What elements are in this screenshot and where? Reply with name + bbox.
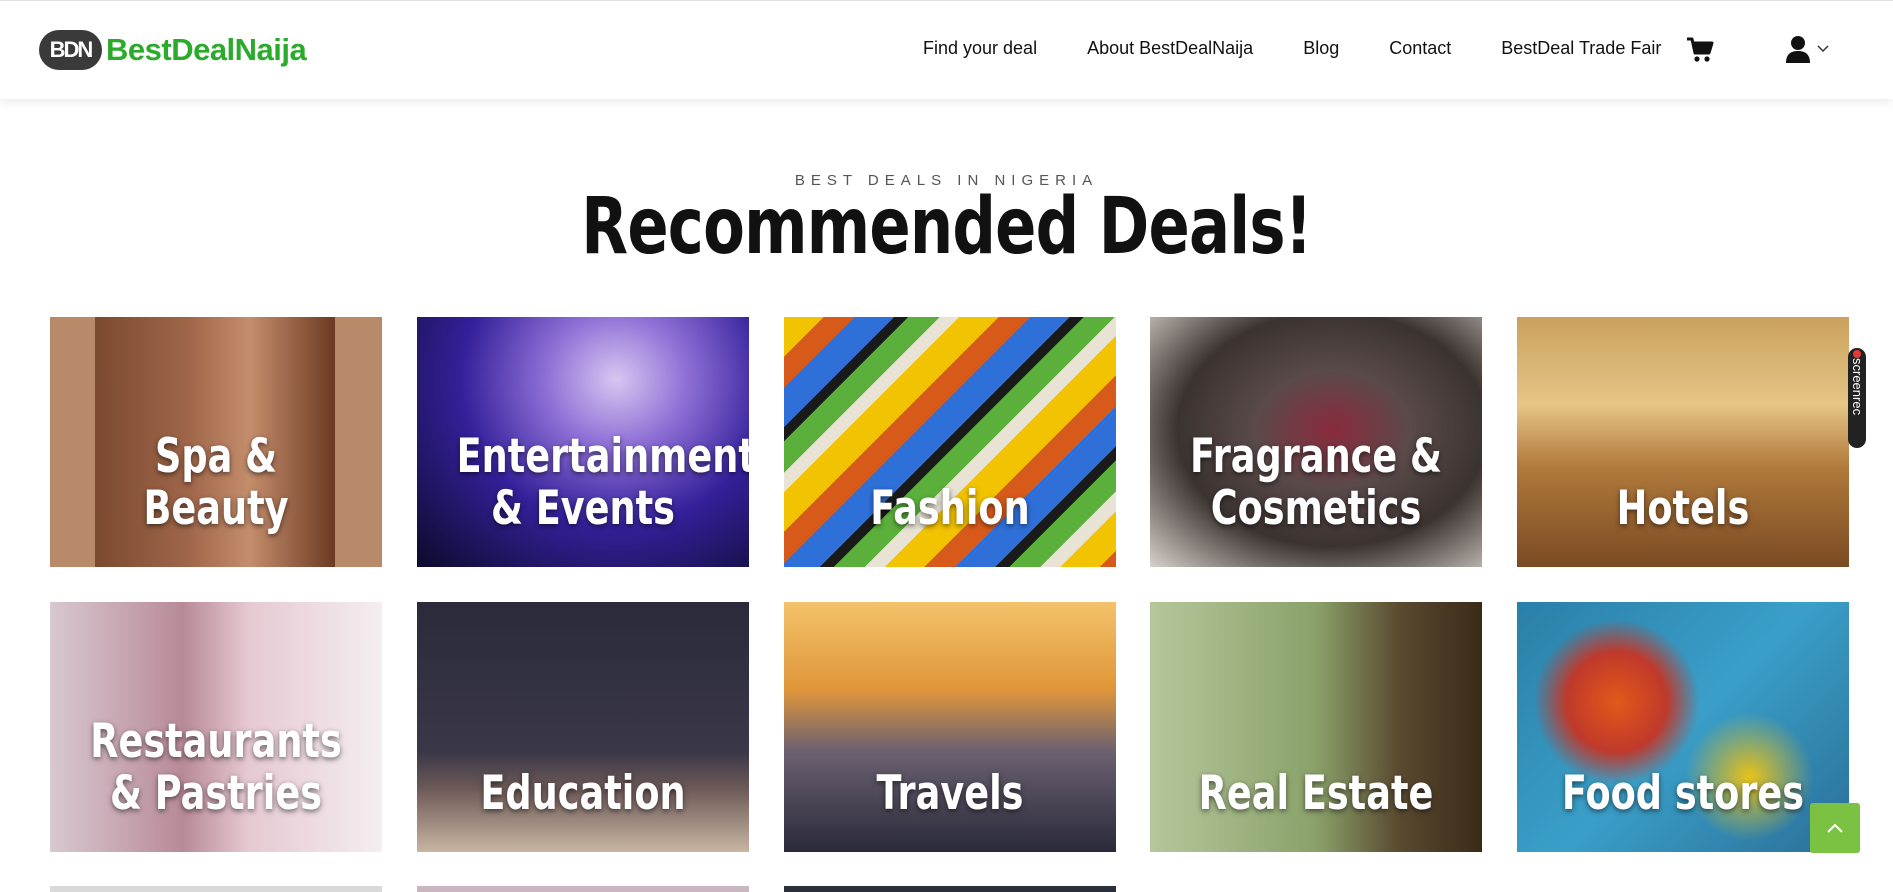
category-tile-partial[interactable] bbox=[784, 886, 1116, 892]
nav-blog[interactable]: Blog bbox=[1303, 38, 1339, 59]
site-logo[interactable]: BDN BestDealNaija bbox=[39, 30, 307, 70]
category-label: Fashion bbox=[870, 481, 1030, 536]
record-dot-icon bbox=[1853, 350, 1861, 358]
nav-find-your-deal[interactable]: Find your deal bbox=[923, 38, 1037, 59]
chevron-down-icon bbox=[1817, 45, 1829, 53]
category-label: Hotels bbox=[1616, 481, 1750, 536]
main-nav: Find your deal About BestDealNaija Blog … bbox=[923, 38, 1661, 59]
category-tile-partial[interactable] bbox=[417, 886, 749, 892]
category-label: Travels bbox=[876, 766, 1024, 821]
page: BDN BestDealNaija Find your deal About B… bbox=[0, 0, 1893, 892]
category-tile-restaurants[interactable]: Restaurants & Pastries bbox=[50, 602, 382, 852]
category-tile-fashion[interactable]: Fashion bbox=[784, 317, 1116, 567]
user-icon bbox=[1786, 36, 1810, 63]
nav-about[interactable]: About BestDealNaija bbox=[1087, 38, 1253, 59]
category-label: Education bbox=[480, 766, 686, 821]
category-tile-travels[interactable]: Travels bbox=[784, 602, 1116, 852]
cart-icon[interactable] bbox=[1686, 37, 1714, 63]
category-label: Restaurants & Pastries bbox=[90, 714, 342, 821]
category-tile-food-stores[interactable]: Food stores bbox=[1517, 602, 1849, 852]
logo-text: BestDealNaija bbox=[106, 32, 307, 67]
section-title: Recommended Deals! bbox=[581, 182, 1312, 272]
category-tile-entertainment[interactable]: Entertainment & Events bbox=[417, 317, 749, 567]
category-label: Spa & Beauty bbox=[143, 429, 289, 536]
category-label: Food stores bbox=[1561, 766, 1805, 821]
category-tile-hotels[interactable]: Hotels bbox=[1517, 317, 1849, 567]
category-tile-partial[interactable] bbox=[50, 886, 382, 892]
logo-badge: BDN bbox=[39, 30, 102, 70]
chevron-up-icon bbox=[1827, 823, 1843, 833]
nav-trade-fair[interactable]: BestDeal Trade Fair bbox=[1501, 38, 1661, 59]
category-tile-fragrance[interactable]: Fragrance & Cosmetics bbox=[1150, 317, 1482, 567]
category-tile-education[interactable]: Education bbox=[417, 602, 749, 852]
category-tile-real-estate[interactable]: Real Estate bbox=[1150, 602, 1482, 852]
category-label: Entertainment & Events bbox=[456, 429, 749, 536]
category-label: Fragrance & Cosmetics bbox=[1189, 429, 1443, 536]
scroll-to-top-button[interactable] bbox=[1810, 803, 1860, 853]
screenrec-label: screenrec bbox=[1850, 358, 1865, 416]
user-menu[interactable] bbox=[1785, 34, 1833, 64]
screenrec-badge: screenrec bbox=[1848, 348, 1866, 448]
category-tile-spa[interactable]: Spa & Beauty bbox=[50, 317, 382, 567]
nav-contact[interactable]: Contact bbox=[1389, 38, 1451, 59]
category-label: Real Estate bbox=[1198, 766, 1434, 821]
site-header: BDN BestDealNaija Find your deal About B… bbox=[0, 0, 1893, 99]
